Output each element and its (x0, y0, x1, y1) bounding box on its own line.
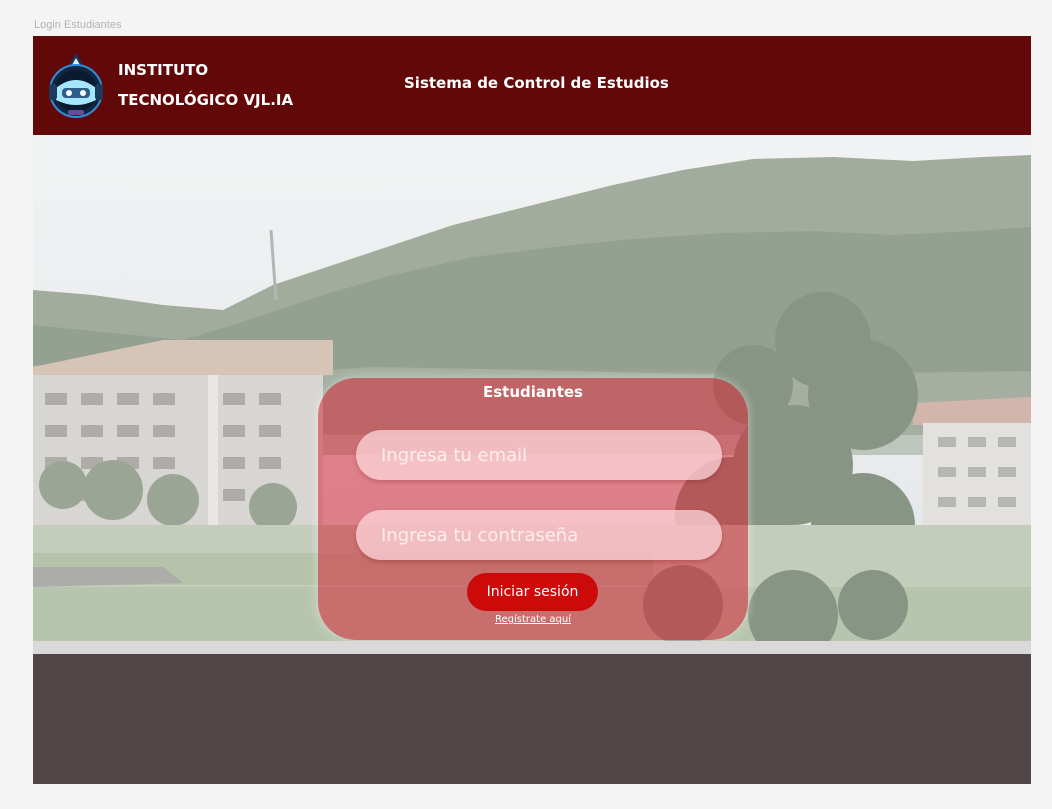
password-input[interactable] (356, 510, 722, 560)
brand-line-2: TECNOLÓGICO VJL.IA (118, 91, 294, 109)
register-link[interactable]: Regístrate aquí (318, 614, 748, 625)
brand-line-1: INSTITUTO (118, 61, 209, 79)
email-input[interactable] (356, 430, 722, 480)
system-title: Sistema de Control de Estudios (404, 74, 669, 92)
brand-name: INSTITUTO TECNOLÓGICO VJL.IA (118, 55, 293, 115)
site-header: INSTITUTO TECNOLÓGICO VJL.IA Sistema de … (33, 36, 1031, 135)
login-button[interactable]: Iniciar sesión (467, 573, 598, 611)
vr-robot-logo-icon (49, 53, 103, 118)
login-card: Estudiantes Iniciar sesión Regístrate aq… (318, 378, 748, 640)
site-footer (33, 654, 1031, 784)
divider-strip (33, 641, 1031, 654)
campus-photo: Estudiantes Iniciar sesión Regístrate aq… (33, 135, 1031, 641)
frame-label: Login Estudiantes (34, 19, 122, 31)
login-title: Estudiantes (483, 383, 583, 401)
login-page: INSTITUTO TECNOLÓGICO VJL.IA Sistema de … (33, 36, 1031, 784)
